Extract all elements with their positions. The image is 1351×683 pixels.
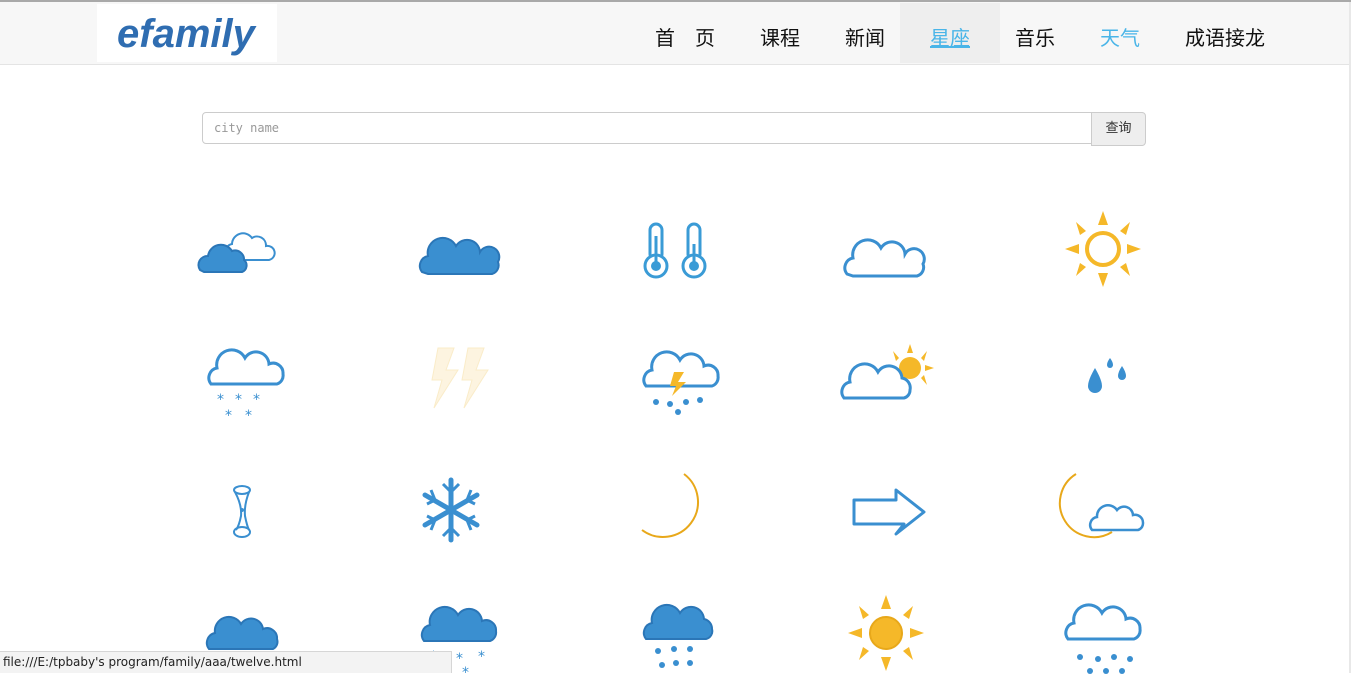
wind-icon[interactable] bbox=[192, 460, 292, 560]
drizzle-icon[interactable] bbox=[1050, 330, 1150, 430]
logo-text: efamily bbox=[117, 12, 255, 56]
nav-item-home[interactable]: 首 页 bbox=[640, 3, 730, 63]
svg-text:*: * bbox=[225, 408, 232, 424]
svg-text:*: * bbox=[235, 392, 242, 408]
snow-shower-icon[interactable]: * * * * * bbox=[195, 330, 295, 430]
thunderstorm-icon[interactable] bbox=[630, 330, 730, 430]
svg-text:*: * bbox=[462, 665, 469, 681]
moon-cloud-icon[interactable] bbox=[1050, 460, 1150, 560]
svg-text:*: * bbox=[253, 392, 260, 408]
search-button[interactable]: 查询 bbox=[1091, 112, 1146, 146]
logo[interactable]: efamily bbox=[97, 4, 277, 62]
overcast-icon[interactable] bbox=[833, 200, 933, 300]
svg-text:*: * bbox=[217, 392, 224, 408]
sun-behind-cloud-icon[interactable] bbox=[836, 330, 936, 430]
bright-sun-icon[interactable] bbox=[836, 583, 936, 683]
moon-icon[interactable] bbox=[626, 460, 726, 560]
nav-item-news[interactable]: 新闻 bbox=[825, 3, 905, 63]
partly-cloudy-icon[interactable] bbox=[190, 200, 290, 300]
snowflake-icon[interactable] bbox=[403, 460, 503, 560]
top-navbar: efamily 首 页 课程 新闻 星座 音乐 天气 成语接龙 bbox=[0, 2, 1351, 65]
nav-item-weather[interactable]: 天气 bbox=[1080, 3, 1160, 63]
city-search-input[interactable] bbox=[202, 112, 1092, 144]
rain-icon[interactable] bbox=[630, 583, 730, 683]
arrow-icon[interactable] bbox=[840, 460, 940, 560]
nav-item-music[interactable]: 音乐 bbox=[995, 3, 1075, 63]
rain-shower-icon[interactable] bbox=[1054, 583, 1154, 683]
svg-text:*: * bbox=[478, 649, 485, 665]
nav-item-courses[interactable]: 课程 bbox=[740, 3, 820, 63]
nav-item-horoscope[interactable]: 星座 bbox=[900, 3, 1000, 63]
nav-item-idiom-chain[interactable]: 成语接龙 bbox=[1170, 3, 1280, 63]
temperature-icon[interactable] bbox=[626, 200, 726, 300]
cloudy-icon[interactable] bbox=[410, 200, 510, 300]
svg-text:*: * bbox=[245, 408, 252, 424]
sunny-icon[interactable] bbox=[1053, 197, 1153, 297]
thunder-icon[interactable] bbox=[410, 330, 510, 430]
status-bar-url: file:///E:/tpbaby's program/family/aaa/t… bbox=[0, 651, 452, 673]
